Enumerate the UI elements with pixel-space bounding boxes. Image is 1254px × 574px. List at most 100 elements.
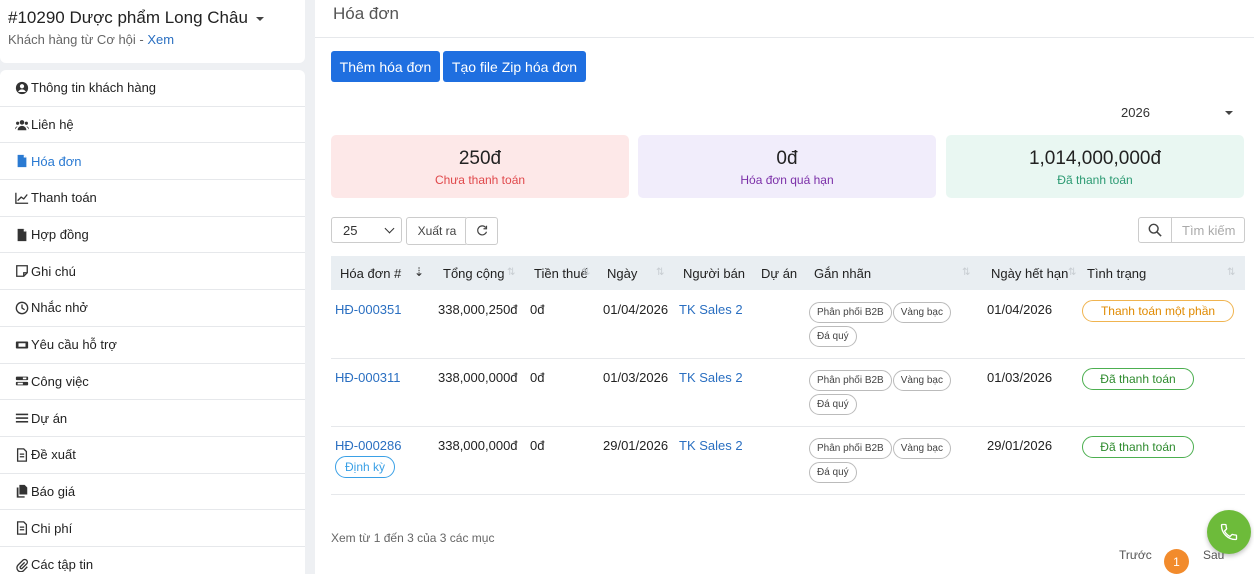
cell-total: 338,000,000đ: [438, 370, 518, 385]
customer-name[interactable]: #10290 Dược phẩm Long Châu: [8, 8, 248, 28]
sort-desc-icon[interactable]: ⇣: [414, 265, 424, 279]
file-icon: [14, 153, 30, 169]
cell-id[interactable]: HĐ-000311: [335, 370, 401, 385]
tag-list: Phân phối B2B Vàng bạc Đá quý: [809, 438, 979, 486]
page-length-select[interactable]: 25: [331, 217, 402, 243]
table-row: HĐ-000351 338,000,250đ 0đ 01/04/2026 TK Sale…: [331, 291, 1245, 359]
column-header-0[interactable]: Hóa đơn #: [340, 256, 401, 290]
cell-tax: 0đ: [530, 302, 545, 317]
cell-seller[interactable]: TK Sales 2: [679, 302, 743, 317]
column-header-3[interactable]: Ngày: [607, 256, 637, 290]
column-header-8[interactable]: Tình trạng: [1087, 256, 1146, 290]
user-circle-icon: [14, 80, 30, 96]
sidebar-item-label: Dự án: [31, 410, 68, 426]
column-header-4[interactable]: Người bán: [683, 256, 745, 290]
sidebar-item-10[interactable]: Đề xuất: [0, 437, 305, 474]
tag-badge: Phân phối B2B: [809, 438, 892, 459]
sidebar-item-3[interactable]: Thanh toán: [0, 180, 305, 217]
column-header-1[interactable]: Tổng cộng: [443, 256, 504, 290]
sidebar-item-5[interactable]: Ghi chú: [0, 253, 305, 291]
sidebar-item-4[interactable]: Hợp đồng: [0, 217, 305, 254]
copy-icon: [14, 483, 30, 499]
tag-badge: Vàng bạc: [892, 302, 951, 323]
stat-card-0[interactable]: 250đ Chưa thanh toán: [331, 135, 629, 198]
sidebar-item-9[interactable]: Dự án: [0, 400, 305, 437]
column-header-5[interactable]: Dự án: [761, 256, 797, 290]
sidebar-item-label: Thanh toán: [31, 190, 97, 206]
year-select[interactable]: 2026: [1048, 101, 1233, 123]
sort-icon[interactable]: ⇅: [582, 267, 590, 278]
prev-page-button[interactable]: Trước: [1119, 548, 1152, 562]
page-button-1[interactable]: 1: [1164, 549, 1189, 574]
sidebar-item-label: Hợp đồng: [31, 227, 89, 243]
add-invoice-button[interactable]: Thêm hóa đơn: [331, 51, 440, 82]
file-icon: [14, 227, 30, 243]
customer-subtitle: Khách hàng từ Cơ hội - Xem: [8, 32, 297, 47]
phone-call-button[interactable]: [1207, 510, 1251, 554]
sidebar-item-label: Thông tin khách hàng: [31, 80, 157, 96]
sidebar-item-7[interactable]: Yêu cầu hỗ trợ: [0, 327, 305, 364]
sort-icon[interactable]: ⇅: [507, 267, 515, 278]
paperclip-icon: [14, 557, 30, 573]
cell-date: 29/01/2026: [603, 438, 669, 453]
customer-source: Khách hàng từ Cơ hội -: [8, 32, 148, 47]
tag-badge: Đá quý: [809, 326, 857, 347]
sidebar-item-12[interactable]: Chi phí: [0, 510, 305, 547]
cell-total: 338,000,000đ: [438, 438, 518, 453]
sidebar-item-1[interactable]: Liên hệ: [0, 107, 305, 144]
file-text-icon: [14, 447, 30, 463]
cell-seller[interactable]: TK Sales 2: [679, 370, 743, 385]
sort-icon[interactable]: ⇅: [1227, 267, 1235, 278]
export-button[interactable]: Xuất ra: [406, 217, 468, 245]
sidebar-item-11[interactable]: Báo giá: [0, 474, 305, 511]
page-length-value: 25: [343, 222, 358, 238]
stat-amount: 0đ: [776, 148, 798, 169]
search-button[interactable]: [1138, 217, 1172, 243]
chevron-down-icon[interactable]: [255, 17, 264, 21]
table-info: Xem từ 1 đến 3 của 3 các mục: [331, 531, 495, 545]
tag-list: Phân phối B2B Vàng bạc Đá quý: [809, 370, 979, 418]
refresh-button[interactable]: [465, 217, 498, 245]
sidebar-item-0[interactable]: Thông tin khách hàng: [0, 70, 305, 107]
sidebar-item-label: Hóa đơn: [31, 153, 82, 169]
cell-id[interactable]: HĐ-000286: [335, 438, 402, 453]
search-icon: [1148, 223, 1162, 237]
sort-icon[interactable]: ⇅: [962, 267, 970, 278]
column-header-2[interactable]: Tiền thuế: [534, 256, 588, 290]
sort-icon[interactable]: ⇅: [1068, 267, 1076, 278]
column-header-7[interactable]: Ngày hết hạn: [991, 256, 1068, 290]
table-row: HĐ-000311 338,000,000đ 0đ 01/03/2026 TK Sale…: [331, 359, 1245, 427]
sidebar-item-label: Các tập tin: [31, 557, 94, 573]
zip-invoice-button[interactable]: Tạo file Zip hóa đơn: [443, 51, 586, 82]
column-header-6[interactable]: Gắn nhãn: [814, 256, 871, 290]
cell-id[interactable]: HĐ-000351: [335, 302, 402, 317]
sidebar-item-label: Công việc: [31, 373, 89, 389]
customer-title[interactable]: #10290 Dược phẩm Long Châu: [8, 8, 297, 28]
page-title: Hóa đơn: [315, 0, 1254, 38]
search-box: [1138, 217, 1245, 243]
line-chart-icon: [14, 190, 30, 206]
stat-card-1[interactable]: 0đ Hóa đơn quá hạn: [638, 135, 936, 198]
sort-icon[interactable]: ⇅: [656, 267, 664, 278]
cell-seller[interactable]: TK Sales 2: [679, 438, 743, 453]
tag-badge: Phân phối B2B: [809, 370, 892, 391]
view-link[interactable]: Xem: [147, 32, 174, 47]
tag-badge: Phân phối B2B: [809, 302, 892, 323]
cell-due: 01/04/2026: [987, 302, 1053, 317]
tag-badge: Đá quý: [809, 462, 857, 483]
status-badge: Thanh toán một phần: [1082, 300, 1234, 322]
sidebar-item-2[interactable]: Hóa đơn: [0, 143, 305, 181]
year-value: 2026: [1121, 104, 1150, 120]
chevron-down-icon: [384, 223, 395, 233]
tag-badge: Vàng bạc: [892, 370, 951, 391]
search-input[interactable]: [1172, 217, 1245, 243]
sidebar-item-6[interactable]: Nhắc nhở: [0, 290, 305, 327]
main-panel: Hóa đơn Thêm hóa đơn Tạo file Zip hóa đơ…: [315, 0, 1254, 574]
sidebar-item-label: Nhắc nhở: [31, 300, 88, 316]
sidebar-item-8[interactable]: Công việc: [0, 364, 305, 401]
stat-card-2[interactable]: 1,014,000,000đ Đã thanh toán: [946, 135, 1244, 198]
note-icon: [14, 263, 30, 279]
sidebar-item-label: Ghi chú: [31, 263, 76, 279]
cell-tax: 0đ: [530, 438, 545, 453]
sidebar-item-13[interactable]: Các tập tin: [0, 547, 305, 574]
